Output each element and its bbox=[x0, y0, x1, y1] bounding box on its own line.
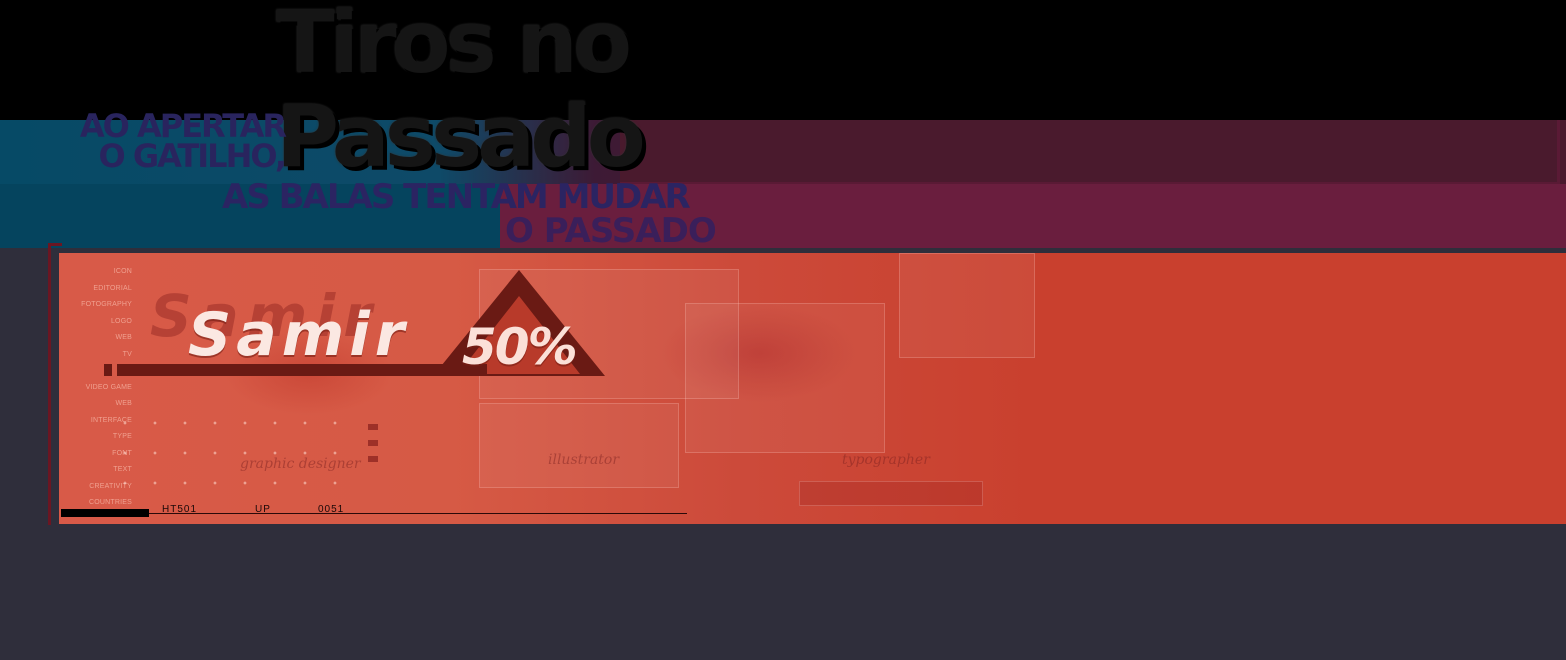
side-marks bbox=[368, 424, 378, 472]
bottom-bar bbox=[61, 509, 149, 517]
mark bbox=[368, 456, 378, 462]
side-menu-item: FOTOGRAPHY bbox=[81, 301, 132, 308]
side-menu-item: ICON bbox=[113, 268, 132, 275]
subtitle-band-frame bbox=[620, 120, 1560, 184]
art-frame bbox=[479, 403, 679, 488]
game-title: Tiros no Passado bbox=[276, 0, 646, 187]
code-label-1: HT501 bbox=[162, 504, 198, 515]
art-label: illustrator bbox=[548, 452, 620, 468]
art-label: graphic designer bbox=[240, 456, 361, 472]
mark bbox=[368, 424, 378, 430]
side-menu-item: LOGO bbox=[110, 317, 132, 325]
art-frame bbox=[799, 481, 983, 506]
bottom-line bbox=[149, 513, 687, 514]
subtitle-left: AO APERTAR O GATILHO, bbox=[55, 110, 287, 175]
art-label: typographer bbox=[842, 452, 930, 468]
top-band bbox=[0, 0, 1566, 120]
mark bbox=[368, 440, 378, 446]
name-bar-tip bbox=[104, 364, 112, 376]
art-frame bbox=[685, 303, 885, 453]
art-frame bbox=[899, 253, 1035, 358]
game-title-line2: Passado bbox=[276, 87, 646, 187]
subtitle-main-line2: O PASSADO bbox=[505, 211, 717, 251]
code-label-2: UP bbox=[255, 504, 271, 515]
game-title-line1: Tiros no bbox=[276, 0, 632, 93]
game-screen: Tiros no Passado AO APERTAR O GATILHO, A… bbox=[0, 0, 1566, 660]
side-menu-item: VIDEO GAME bbox=[85, 383, 132, 391]
player-percent: 50% bbox=[462, 318, 578, 376]
side-menu-item: WEB bbox=[115, 334, 132, 341]
side-menu-item: EDITORIAL bbox=[93, 284, 132, 292]
player-name: Samir bbox=[188, 300, 410, 370]
subtitle-left-line2: O GATILHO, bbox=[98, 137, 287, 175]
side-menu-item: TV bbox=[122, 350, 132, 358]
code-label-3: 0051 bbox=[318, 504, 345, 515]
subtitle-main-line1: AS BALAS TENTAM MUDAR bbox=[222, 177, 691, 217]
